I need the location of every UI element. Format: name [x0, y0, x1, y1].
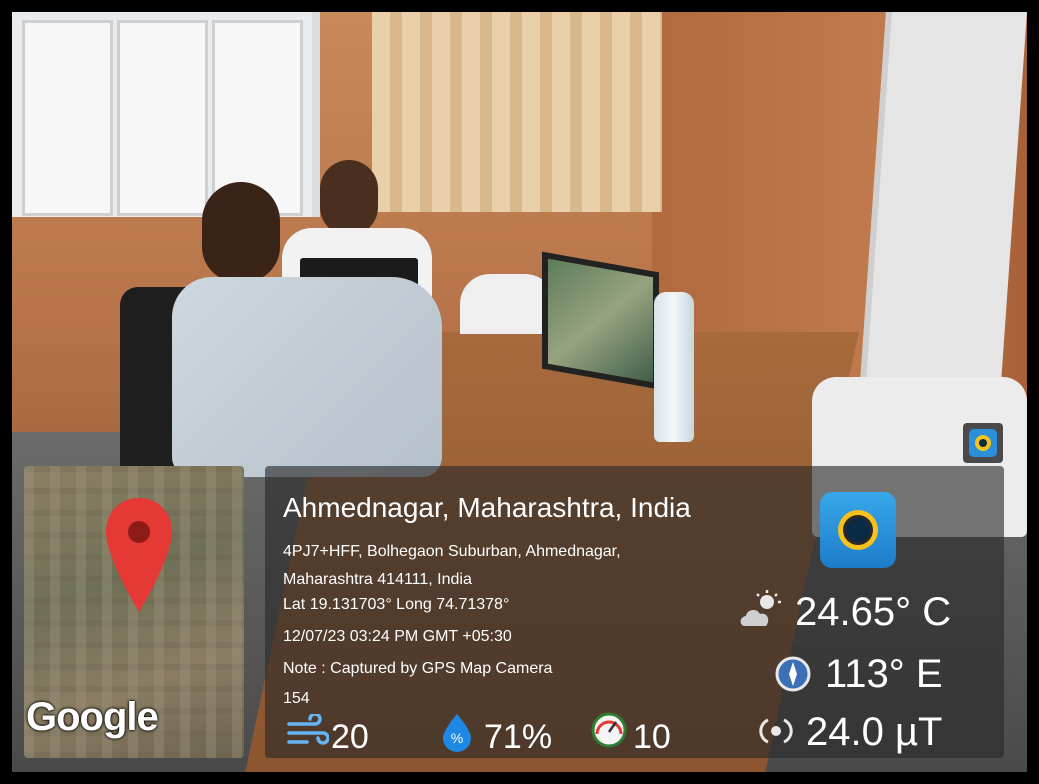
svg-text:%: % [451, 730, 463, 746]
note: Note : Captured by GPS Map Camera [283, 660, 553, 677]
address-line-2: Maharashtra 414111, India [283, 571, 472, 588]
map-pin-icon [104, 496, 174, 621]
pressure: 10 [633, 718, 671, 756]
magnetic-field: 24.0 µT [806, 710, 943, 754]
working-person [172, 182, 452, 492]
window-pane [22, 20, 113, 216]
location-map: Google [24, 466, 244, 758]
plastic-chair [460, 274, 555, 334]
google-logo: Google [26, 695, 159, 739]
direction: 113° E [825, 652, 943, 696]
partly-cloudy-icon [737, 590, 785, 635]
door [858, 12, 1027, 412]
magnetic-field-icon [758, 716, 794, 751]
water-bottle [654, 292, 694, 442]
humidity: 71% [484, 718, 553, 756]
screen-frame: Google Ahmednagar, Maharashtra, India 4P… [0, 0, 1039, 784]
humidity-drop-icon: % [440, 712, 474, 757]
compass-icon [775, 656, 811, 697]
datetime: 12/07/23 03:24 PM GMT +05:30 [283, 628, 512, 645]
gps-map-camera-app-icon[interactable] [820, 492, 896, 568]
wind-icon [287, 712, 330, 755]
pressure-gauge-icon [591, 712, 627, 753]
lat-long: Lat 19.131703° Long 74.71378° [283, 596, 510, 613]
temperature: 24.65° C [795, 590, 952, 634]
location-title: Ahmednagar, Maharashtra, India [283, 492, 691, 523]
address-line-1: 4PJ7+HFF, Bolhegaon Suburban, Ahmednagar… [283, 543, 621, 560]
altitude: 154 [283, 690, 310, 707]
laptop [542, 251, 659, 390]
location-info-panel: Ahmednagar, Maharashtra, India 4PJ7+HFF,… [265, 466, 1004, 758]
address: 4PJ7+HFF, Bolhegaon Suburban, Ahmednagar… [283, 538, 723, 594]
wind-speed: 20 [331, 718, 369, 756]
app-badge-icon[interactable] [963, 423, 1003, 463]
